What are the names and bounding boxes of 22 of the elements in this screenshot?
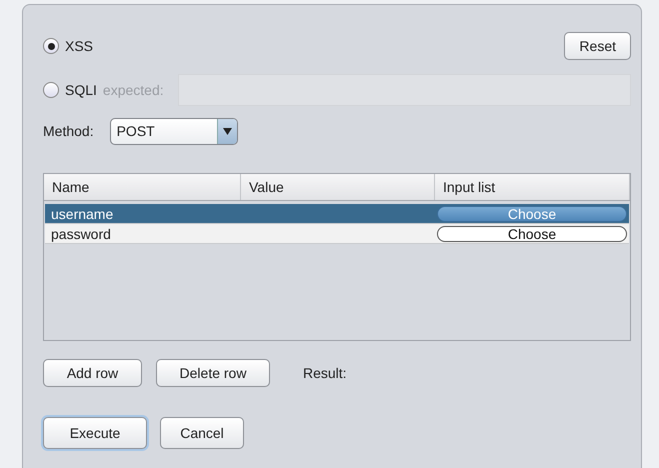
result-label: Result: xyxy=(303,364,347,382)
field-label: expected: xyxy=(102,80,164,100)
add-row-button[interactable]: Add row xyxy=(43,359,142,387)
radio-label[interactable]: XSS xyxy=(65,36,94,56)
table-row[interactable]: username Choose xyxy=(45,204,629,224)
choose-button[interactable]: Choose xyxy=(437,226,627,242)
column-header[interactable]: Input list xyxy=(435,174,630,200)
column-header[interactable]: Name xyxy=(44,174,241,200)
cancel-button[interactable]: Cancel xyxy=(160,417,244,449)
radio-button[interactable] xyxy=(43,82,59,98)
execute-button[interactable]: Execute xyxy=(43,417,147,449)
delete-row-button[interactable]: Delete row xyxy=(156,359,270,387)
reset-button[interactable]: Reset xyxy=(564,32,631,60)
table-cell-text: password xyxy=(50,224,112,243)
radio-button[interactable] xyxy=(43,38,59,54)
method-dropdown[interactable]: POST xyxy=(110,118,238,144)
radio-label[interactable]: SQLI xyxy=(65,80,97,100)
table-row[interactable]: password Choose xyxy=(45,224,629,244)
dropdown-arrow-icon xyxy=(222,128,232,134)
column-header[interactable]: Value xyxy=(241,174,435,200)
method-label: Method: xyxy=(43,122,94,140)
table-cell-text: username xyxy=(50,204,114,223)
